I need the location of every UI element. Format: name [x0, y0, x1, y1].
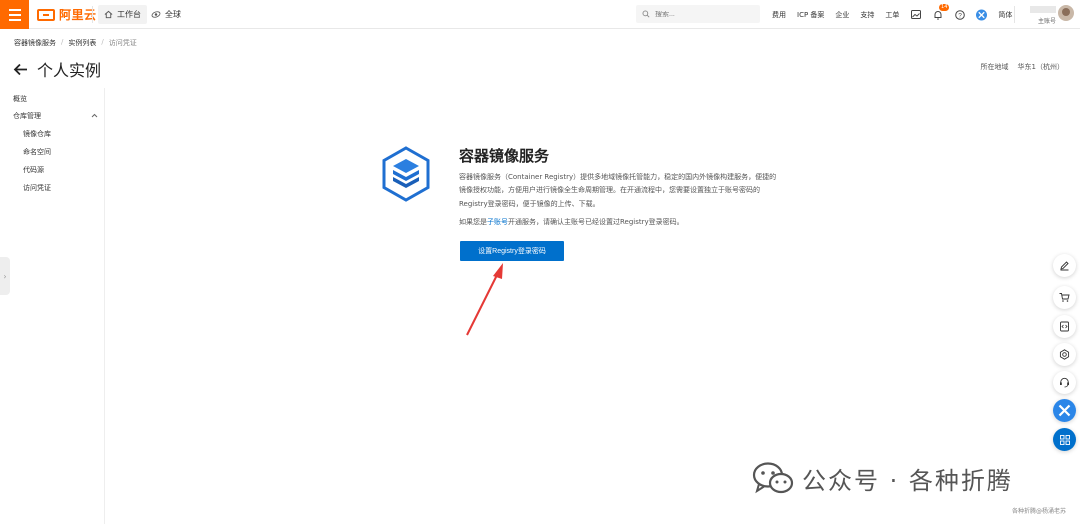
help-icon[interactable]: ? — [954, 9, 965, 20]
pinwheel-icon — [1053, 399, 1076, 422]
chevron-up-icon[interactable] — [91, 113, 98, 118]
globe-icon — [151, 11, 161, 18]
note-prefix: 如果您是 — [459, 218, 487, 226]
code-icon — [1060, 321, 1069, 332]
language-switch[interactable]: 简体 — [998, 10, 1012, 20]
service-note: 如果您是子账号开通服务，请确认主账号已经设置过Registry登录密码。 — [459, 217, 684, 227]
wechat-watermark: 公众号 · 各种折腾 — [752, 461, 1013, 496]
apps-icon — [1059, 434, 1070, 445]
aliyun-logo[interactable]: 阿里云 — [37, 7, 97, 22]
note-suffix: 开通服务，请确认主账号已经设置过Registry登录密码。 — [508, 218, 684, 226]
workbench-link[interactable]: 工作台 — [98, 5, 147, 24]
sidebar-item-code-sources[interactable]: 代码源 — [23, 165, 44, 175]
service-title: 容器镜像服务 — [459, 147, 550, 165]
top-bar: 阿里云 工作台 全球 费用 ICP 备案 企业 支持 工单 14 ? 简体 — [0, 0, 1080, 29]
image-icon[interactable] — [910, 9, 921, 20]
top-link-enterprise[interactable]: 企业 — [835, 10, 849, 20]
home-icon — [104, 10, 113, 19]
global-region-switch[interactable]: 全球 — [145, 5, 187, 24]
sidebar-collapse-handle[interactable]: › — [0, 257, 10, 295]
top-link-support[interactable]: 支持 — [860, 10, 874, 20]
sidebar-item-namespaces[interactable]: 命名空间 — [23, 147, 51, 157]
search-input[interactable] — [655, 10, 755, 18]
aliyun-logo-mark — [37, 8, 55, 21]
wechat-icon — [752, 461, 794, 493]
back-arrow-icon[interactable] — [13, 63, 28, 76]
bell-icon[interactable]: 14 — [932, 4, 950, 20]
hamburger-menu-button[interactable] — [0, 0, 29, 29]
chevron-right-icon: › — [3, 271, 7, 281]
sidebar-group-repo-management[interactable]: 仓库管理 — [13, 111, 41, 121]
workbench-label: 工作台 — [117, 10, 141, 19]
search-box[interactable] — [636, 5, 760, 23]
support-icon — [1060, 377, 1069, 388]
watermark-text: 公众号 · 各种折腾 — [802, 467, 1013, 495]
breadcrumb-separator: / — [101, 38, 104, 46]
brand-name: 阿里云 — [59, 8, 97, 22]
app-pinwheel-icon[interactable] — [976, 9, 988, 20]
divider — [1014, 6, 1015, 23]
breadcrumb-item-instances[interactable]: 实例列表 — [68, 38, 96, 48]
apps-grid-button[interactable] — [1053, 428, 1076, 451]
breadcrumb-separator: / — [61, 38, 64, 46]
code-tool-button[interactable] — [1053, 315, 1076, 338]
page-header: 个人实例 — [13, 57, 101, 81]
account-name-redacted — [1030, 6, 1056, 13]
top-links: 费用 ICP 备案 企业 支持 工单 14 ? 简体 — [772, 0, 1012, 29]
cart-icon — [1059, 293, 1070, 302]
container-registry-icon — [382, 146, 430, 202]
avatar[interactable] — [1058, 5, 1074, 21]
account-menu[interactable]: 主账号 — [1022, 4, 1056, 26]
region-label: 所在地域 — [980, 63, 1009, 71]
annotation-arrow — [466, 263, 503, 336]
breadcrumb-item-registry[interactable]: 容器镜像服务 — [14, 38, 56, 48]
edit-icon — [1060, 261, 1069, 271]
watermark-credit: 各种折腾@杨涌老苏 — [1011, 508, 1066, 515]
pinwheel-app-button[interactable] — [1053, 399, 1076, 422]
feedback-edit-button[interactable] — [1053, 254, 1076, 277]
settings-icon — [1059, 349, 1070, 360]
customer-support-button[interactable] — [1053, 371, 1076, 394]
region-value[interactable]: 华东1（杭州） — [1018, 62, 1064, 72]
svg-text:?: ? — [958, 12, 962, 19]
divider — [92, 6, 93, 23]
settings-button[interactable] — [1053, 343, 1076, 366]
breadcrumb-item-current: 访问凭证 — [108, 39, 137, 47]
search-icon — [642, 10, 650, 18]
top-link-icp[interactable]: ICP 备案 — [797, 10, 824, 20]
sidebar: 概览 仓库管理 镜像仓库 命名空间 代码源 访问凭证 — [0, 88, 105, 524]
notification-badge: 14 — [939, 4, 950, 11]
region-indicator: 所在地域 华东1（杭州） — [981, 62, 1064, 72]
sub-account-link[interactable]: 子账号 — [487, 218, 508, 226]
top-link-billing[interactable]: 费用 — [772, 10, 786, 20]
breadcrumb: 容器镜像服务 / 实例列表 / 访问凭证 — [14, 38, 137, 48]
sidebar-item-image-repos[interactable]: 镜像仓库 — [23, 129, 51, 139]
cart-button[interactable] — [1053, 286, 1076, 309]
service-description: 容器镜像服务（Container Registry）提供多地域镜像托管能力，稳定… — [459, 173, 777, 208]
sidebar-item-access-credentials[interactable]: 访问凭证 — [23, 183, 51, 193]
account-role: 主账号 — [1037, 18, 1056, 25]
top-link-tickets[interactable]: 工单 — [885, 10, 899, 20]
sidebar-item-overview[interactable]: 概览 — [13, 94, 27, 104]
global-label: 全球 — [165, 10, 181, 19]
page-title: 个人实例 — [37, 61, 102, 80]
